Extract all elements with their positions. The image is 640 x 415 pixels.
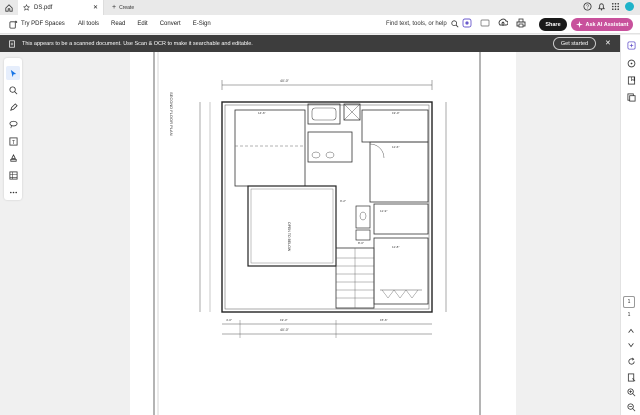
menu-edit[interactable]: Edit (137, 21, 147, 27)
plus-icon: + (112, 4, 117, 11)
next-page-button[interactable] (625, 339, 637, 351)
dim-hall: 9'-2" (340, 199, 346, 203)
chevron-up-icon (628, 328, 634, 333)
ai-panel-button[interactable] (625, 39, 637, 51)
zoom-in-icon (626, 387, 635, 396)
main-toolbar: Try PDF Spaces All tools Read Edit Conve… (0, 15, 640, 34)
get-started-button[interactable]: Get started (553, 37, 596, 50)
close-banner-icon[interactable]: ✕ (605, 39, 611, 47)
cursor-icon (10, 69, 16, 77)
more-tools[interactable] (6, 185, 20, 199)
text-box-icon: T (8, 136, 18, 145)
zoom-tool[interactable] (6, 83, 20, 97)
zoom-icon (8, 85, 17, 94)
dim-top: 40'-0" (280, 79, 290, 83)
dim-room-3: 11'-6" (392, 145, 399, 149)
chevron-down-icon (628, 343, 634, 348)
tab-title: DS.pdf (34, 4, 53, 11)
menu-e-sign[interactable]: E-Sign (193, 21, 211, 27)
upload-icon[interactable] (498, 18, 508, 28)
comments-panel-button[interactable] (625, 57, 637, 69)
lasso-icon (8, 120, 18, 128)
fit-page-icon (627, 372, 635, 382)
create-label: Create (119, 4, 135, 11)
dim-room-5: 11'-9" (380, 209, 387, 213)
home-icon (5, 3, 13, 12)
bookmarks-panel-button[interactable] (625, 74, 637, 86)
previous-page-button[interactable] (625, 325, 637, 337)
spaces-label: Try PDF Spaces (21, 21, 65, 27)
table-tool[interactable] (6, 168, 20, 182)
ai-panel-icon (626, 40, 636, 50)
pdf-spaces-button[interactable]: Try PDF Spaces (0, 20, 78, 29)
rotate-icon (627, 357, 635, 365)
zoom-in-button[interactable] (625, 386, 637, 398)
window-controls: ? (583, 2, 634, 11)
menu-convert[interactable]: Convert (160, 21, 181, 27)
find-search[interactable]: Find text, tools, or help (386, 20, 459, 28)
dim-bottom: 40'-0" (280, 328, 290, 332)
notifications-icon[interactable] (597, 2, 606, 11)
sparkle-icon (575, 21, 583, 28)
fit-page-button[interactable] (625, 371, 637, 383)
zoom-out-button[interactable] (625, 401, 637, 413)
tab-bar: DS.pdf ✕ + Create ? (0, 0, 640, 15)
ai-assistant-label: Ask AI Assistant (585, 21, 629, 28)
comment-bubble-icon (627, 59, 635, 67)
pen-icon (9, 102, 18, 111)
document-scan-icon (9, 39, 15, 48)
bookmark-icon (627, 75, 635, 85)
svg-text:OPEN TO BELOW: OPEN TO BELOW (287, 222, 291, 252)
rotate-button[interactable] (625, 355, 637, 367)
banner-message: This appears to be a scanned document. U… (22, 40, 253, 47)
dim-bottom-left: 19'-3" (280, 318, 288, 322)
home-button[interactable] (0, 0, 18, 15)
dim-bottom-right: 15'-6" (380, 318, 388, 322)
dim-room-4: 11'-8" (392, 245, 399, 249)
right-rail (620, 35, 640, 415)
floor-plan-drawing: OPEN TO BELOW 40'-0" 14'-6" 19'-0" 11'-6… (153, 52, 481, 415)
search-icon (451, 20, 459, 28)
table-icon (8, 170, 18, 180)
share-button[interactable]: Share (539, 18, 567, 31)
print-icon[interactable] (516, 18, 526, 28)
plan-title: SECOND FLOOR PLAN (169, 92, 174, 136)
create-tab-button[interactable]: + Create (104, 4, 142, 11)
pdf-page: OPEN TO BELOW 40'-0" 14'-6" 19'-0" 11'-6… (130, 52, 516, 415)
menu-all-tools[interactable]: All tools (78, 21, 99, 27)
lasso-tool[interactable] (6, 117, 20, 131)
dim-closet: 8'-0" (358, 241, 364, 245)
quick-tools (462, 18, 526, 28)
more-icon (9, 191, 17, 193)
stamp-icon (9, 153, 17, 162)
page-total: 1 (627, 312, 631, 318)
ai-assistant-button[interactable]: Ask AI Assistant (571, 18, 633, 31)
pages-panel-button[interactable] (625, 91, 637, 103)
svg-text:?: ? (586, 4, 589, 10)
spaces-icon (9, 20, 18, 29)
dim-room-2: 19'-0" (392, 111, 400, 115)
comment-icon[interactable] (480, 18, 490, 28)
close-tab-icon[interactable]: ✕ (93, 4, 98, 11)
stamp-tool[interactable] (6, 151, 20, 165)
apps-grid-icon[interactable] (611, 2, 620, 11)
draw-tool[interactable] (6, 100, 20, 114)
find-label: Find text, tools, or help (386, 21, 447, 27)
scan-notice-banner: This appears to be a scanned document. U… (0, 35, 620, 52)
star-icon[interactable] (23, 4, 30, 11)
dim-room-1: 14'-6" (258, 111, 266, 115)
top-menu: All tools Read Edit Convert E-Sign (78, 21, 211, 27)
page-number-input[interactable]: 1 (623, 296, 635, 308)
zoom-out-icon (626, 402, 635, 411)
dim-bottom-small: 4'-0" (226, 318, 232, 322)
ai-summary-icon[interactable] (462, 18, 472, 28)
menu-read[interactable]: Read (111, 21, 125, 27)
select-tool[interactable] (6, 66, 20, 80)
copy-pages-icon (626, 92, 636, 102)
help-icon[interactable]: ? (583, 2, 592, 11)
document-tab[interactable]: DS.pdf ✕ (18, 0, 104, 15)
avatar[interactable] (625, 2, 634, 11)
text-tool[interactable]: T (6, 134, 20, 148)
left-tool-rail: T (4, 58, 22, 200)
